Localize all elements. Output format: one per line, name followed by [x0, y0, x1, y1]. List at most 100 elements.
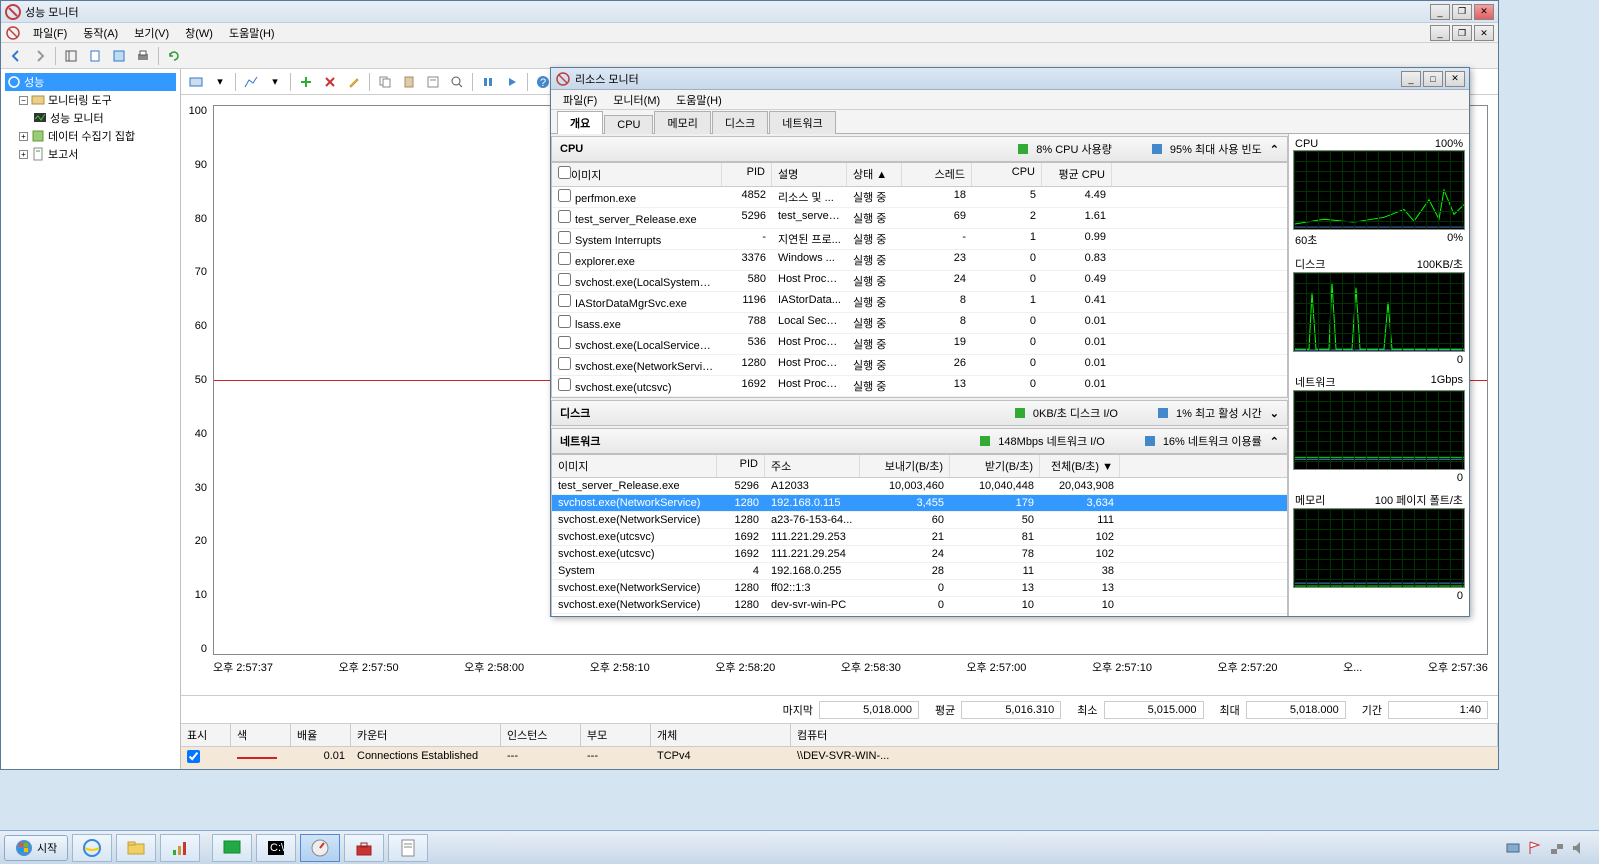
resmon-menu-help[interactable]: 도움말(H): [668, 90, 730, 110]
network-tray-icon[interactable]: [1549, 840, 1565, 856]
table-row[interactable]: test_server_Release.exe5296A1203310,003,…: [552, 478, 1287, 495]
menu-help[interactable]: 도움말(H): [221, 23, 283, 43]
paste-button[interactable]: [398, 71, 420, 93]
tray-icon[interactable]: [1505, 840, 1521, 856]
disk-section-header[interactable]: 디스크 0KB/초 디스크 I/O 1% 최고 활성 시간 ⌄: [551, 400, 1288, 426]
volume-icon[interactable]: [1571, 840, 1587, 856]
mdi-close-button[interactable]: ✕: [1474, 25, 1494, 41]
delete-counter-button[interactable]: [319, 71, 341, 93]
maximize-button[interactable]: ❐: [1452, 4, 1472, 20]
start-button[interactable]: 시작: [4, 835, 68, 861]
table-row[interactable]: lsass.exe788Local Securi...실행 중800.01: [552, 313, 1287, 334]
row-checkbox[interactable]: [558, 357, 571, 370]
close-button[interactable]: ✕: [1474, 4, 1494, 20]
tree-collapse-icon[interactable]: −: [19, 96, 28, 105]
tree-perfmon[interactable]: 성능 모니터: [5, 109, 176, 127]
table-row[interactable]: svchost.exe(NetworkService)1280dev-svr-w…: [552, 614, 1287, 616]
table-row[interactable]: svchost.exe(NetworkService)1280Host Proc…: [552, 355, 1287, 376]
task-notepad[interactable]: [388, 834, 428, 862]
back-button[interactable]: [5, 45, 27, 67]
row-checkbox[interactable]: [558, 294, 571, 307]
view-log-button[interactable]: ▾: [209, 71, 231, 93]
print-button[interactable]: [132, 45, 154, 67]
table-row[interactable]: test_server_Release.exe5296test_server_.…: [552, 208, 1287, 229]
resmon-titlebar[interactable]: 리소스 모니터 _ □ ✕: [551, 68, 1469, 90]
tab-disk[interactable]: 디스크: [712, 111, 768, 134]
table-row[interactable]: svchost.exe(utcsvc)1692111.221.29.254247…: [552, 546, 1287, 563]
tab-memory[interactable]: 메모리: [654, 111, 710, 134]
view-histogram-button[interactable]: ▾: [264, 71, 286, 93]
resmon-maximize-button[interactable]: □: [1423, 71, 1443, 87]
tree-reports[interactable]: + 보고서: [5, 145, 176, 163]
add-counter-button[interactable]: [295, 71, 317, 93]
titlebar[interactable]: 성능 모니터 _ ❐ ✕: [1, 1, 1498, 23]
forward-button[interactable]: [29, 45, 51, 67]
resmon-minimize-button[interactable]: _: [1401, 71, 1421, 87]
menu-file[interactable]: 파일(F): [25, 23, 75, 43]
legend-col-scale[interactable]: 배율: [291, 724, 351, 746]
table-row[interactable]: svchost.exe(NetworkService)1280ff02::1:3…: [552, 580, 1287, 597]
task-resmon[interactable]: [300, 834, 340, 862]
resmon-close-button[interactable]: ✕: [1445, 71, 1465, 87]
legend-col-color[interactable]: 색: [231, 724, 291, 746]
legend-col-object[interactable]: 개체: [651, 724, 791, 746]
menu-action[interactable]: 동작(A): [75, 23, 126, 43]
task-app1[interactable]: [212, 834, 252, 862]
table-row[interactable]: svchost.exe(LocalServiceNetw...536Host P…: [552, 334, 1287, 355]
legend-col-instance[interactable]: 인스턴스: [501, 724, 581, 746]
row-checkbox[interactable]: [558, 336, 571, 349]
legend-col-computer[interactable]: 컴퓨터: [791, 724, 1498, 746]
chevron-up-icon[interactable]: ⌃: [1270, 435, 1279, 448]
table-row[interactable]: svchost.exe(LocalSystemNetw...580Host Pr…: [552, 271, 1287, 292]
legend-col-counter[interactable]: 카운터: [351, 724, 501, 746]
tree-expand-icon[interactable]: +: [19, 150, 28, 159]
tab-overview[interactable]: 개요: [557, 111, 603, 134]
cpu-section-header[interactable]: CPU 8% CPU 사용량 95% 최대 사용 빈도 ⌃: [551, 136, 1288, 162]
network-section-header[interactable]: 네트워크 148Mbps 네트워크 I/O 16% 네트워크 이용률 ⌃: [551, 428, 1288, 454]
highlight-button[interactable]: [343, 71, 365, 93]
table-row[interactable]: explorer.exe3376Windows ...실행 중2300.83: [552, 250, 1287, 271]
mdi-restore-button[interactable]: ❐: [1452, 25, 1472, 41]
chevron-down-icon[interactable]: ⌄: [1270, 407, 1279, 420]
properties-button[interactable]: [422, 71, 444, 93]
task-explorer[interactable]: [116, 834, 156, 862]
mdi-minimize-button[interactable]: _: [1430, 25, 1450, 41]
flag-icon[interactable]: [1527, 840, 1543, 856]
export-button[interactable]: [84, 45, 106, 67]
legend-row[interactable]: 0.01 Connections Established --- --- TCP…: [181, 747, 1498, 769]
task-perfmon[interactable]: [160, 834, 200, 862]
row-checkbox[interactable]: [558, 273, 571, 286]
row-checkbox[interactable]: [558, 378, 571, 391]
tree-monitoring-tools[interactable]: − 모니터링 도구: [5, 91, 176, 109]
table-row[interactable]: perfmon.exe4852리소스 및 ...실행 중1854.49: [552, 187, 1287, 208]
row-checkbox[interactable]: [558, 315, 571, 328]
update-button[interactable]: [501, 71, 523, 93]
resmon-menu-monitor[interactable]: 모니터(M): [605, 90, 668, 110]
chevron-up-icon[interactable]: ⌃: [1270, 143, 1279, 156]
tree-expand-icon[interactable]: +: [19, 132, 28, 141]
menu-view[interactable]: 보기(V): [126, 23, 177, 43]
view-current-button[interactable]: [185, 71, 207, 93]
row-checkbox[interactable]: [558, 189, 571, 202]
copy-button[interactable]: [374, 71, 396, 93]
show-hide-button[interactable]: [60, 45, 82, 67]
row-checkbox[interactable]: [558, 231, 571, 244]
tab-network[interactable]: 네트워크: [769, 111, 835, 134]
table-row[interactable]: svchost.exe(NetworkService)1280192.168.0…: [552, 495, 1287, 512]
properties-button[interactable]: [108, 45, 130, 67]
zoom-button[interactable]: [446, 71, 468, 93]
row-checkbox[interactable]: [558, 252, 571, 265]
tree-data-collector[interactable]: + 데이터 수집기 집합: [5, 127, 176, 145]
row-checkbox[interactable]: [558, 210, 571, 223]
minimize-button[interactable]: _: [1430, 4, 1450, 20]
table-row[interactable]: svchost.exe(NetworkService)1280a23-76-15…: [552, 512, 1287, 529]
task-ie[interactable]: [72, 834, 112, 862]
refresh-button[interactable]: [163, 45, 185, 67]
cpu-select-all-checkbox[interactable]: [558, 166, 571, 179]
menu-window[interactable]: 창(W): [177, 23, 221, 43]
task-cmd[interactable]: C:\: [256, 834, 296, 862]
tree-root[interactable]: 성능: [5, 73, 176, 91]
table-row[interactable]: System Interrupts-지연된 프로...실행 중-10.99: [552, 229, 1287, 250]
legend-show-checkbox[interactable]: [187, 750, 200, 763]
freeze-button[interactable]: [477, 71, 499, 93]
